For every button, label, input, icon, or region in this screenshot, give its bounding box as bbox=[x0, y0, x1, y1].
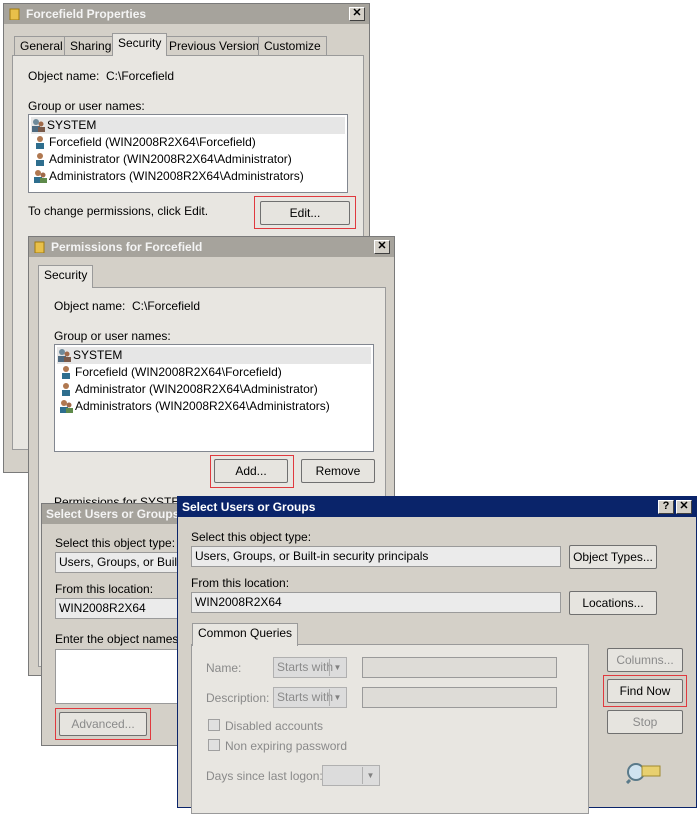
days-since-logon-label: Days since last logon: bbox=[206, 769, 323, 783]
advanced-highlight bbox=[55, 708, 151, 740]
tab-sharing[interactable]: Sharing bbox=[64, 36, 118, 56]
object-name-label: Object name: bbox=[28, 69, 100, 83]
select-users-window: Select Users or Groups ? ✕ Select this o… bbox=[177, 496, 697, 814]
user-icon bbox=[36, 153, 44, 166]
chevron-down-icon: ▼ bbox=[362, 767, 378, 784]
common-queries-panel: Name: Starts with ▼ Description: Starts … bbox=[191, 644, 589, 814]
list-item[interactable]: Forcefield (WIN2008R2X64\Forcefield) bbox=[33, 134, 256, 151]
select-title-bar[interactable]: Select Users or Groups bbox=[178, 497, 696, 517]
disabled-accounts-label: Disabled accounts bbox=[225, 719, 324, 733]
permissions-title-bar[interactable]: Permissions for Forcefield bbox=[29, 237, 394, 257]
select-close-button[interactable]: ✕ bbox=[676, 500, 692, 514]
properties-title-bar[interactable]: Forcefield Properties bbox=[4, 4, 369, 24]
change-permissions-text: To change permissions, click Edit. bbox=[28, 204, 209, 218]
chevron-down-icon: ▼ bbox=[329, 659, 345, 676]
list-item[interactable]: Administrator (WIN2008R2X64\Administrato… bbox=[59, 381, 318, 398]
tab-general[interactable]: General bbox=[14, 36, 69, 56]
select-bg-title: Select Users or Groups bbox=[46, 507, 180, 521]
properties-user-list[interactable]: SYSTEM Forcefield (WIN2008R2X64\Forcefie… bbox=[28, 114, 348, 193]
user-name: Administrator (WIN2008R2X64\Administrato… bbox=[49, 152, 292, 166]
columns-button[interactable]: Columns... bbox=[607, 648, 683, 672]
object-name-label: Object name: bbox=[54, 299, 126, 313]
list-item[interactable]: SYSTEM bbox=[31, 117, 345, 134]
folder-icon bbox=[9, 8, 20, 20]
object-type-field: Users, Groups, or Built-in security prin… bbox=[191, 546, 561, 567]
permissions-close-button[interactable]: ✕ bbox=[374, 240, 390, 254]
help-icon: ? bbox=[662, 500, 670, 512]
locations-button[interactable]: Locations... bbox=[569, 591, 657, 615]
find-now-highlight bbox=[603, 675, 687, 707]
list-item[interactable]: Forcefield (WIN2008R2X64\Forcefield) bbox=[59, 364, 282, 381]
close-icon: ✕ bbox=[679, 500, 689, 512]
description-mode-select[interactable]: Starts with ▼ bbox=[273, 687, 347, 708]
list-item[interactable]: Administrators (WIN2008R2X64\Administrat… bbox=[33, 168, 304, 185]
permissions-title: Permissions for Forcefield bbox=[51, 240, 203, 254]
location-label: From this location: bbox=[191, 576, 290, 590]
tab-common-queries[interactable]: Common Queries bbox=[192, 623, 299, 646]
tab-security[interactable]: Security bbox=[38, 265, 94, 288]
user-name: Administrator (WIN2008R2X64\Administrato… bbox=[75, 382, 318, 396]
add-highlight bbox=[210, 455, 294, 488]
object-type-label: Select this object type: bbox=[191, 530, 312, 544]
edit-highlight bbox=[254, 196, 356, 229]
stop-button[interactable]: Stop bbox=[607, 710, 683, 734]
close-icon: ✕ bbox=[377, 240, 387, 252]
user-name: Forcefield (WIN2008R2X64\Forcefield) bbox=[49, 135, 256, 149]
name-mode-value: Starts with bbox=[277, 660, 334, 674]
remove-button[interactable]: Remove bbox=[301, 459, 375, 483]
user-name: SYSTEM bbox=[47, 118, 97, 132]
tab-previous-versions[interactable]: Previous Versions bbox=[163, 36, 272, 56]
tab-security[interactable]: Security bbox=[112, 33, 168, 56]
permissions-user-list[interactable]: SYSTEM Forcefield (WIN2008R2X64\Forcefie… bbox=[54, 344, 374, 452]
user-icon bbox=[36, 136, 44, 149]
group-users-icon bbox=[58, 349, 71, 362]
list-item[interactable]: Administrators (WIN2008R2X64\Administrat… bbox=[59, 398, 330, 415]
group-users-icon bbox=[60, 400, 73, 413]
description-mode-value: Starts with bbox=[277, 690, 334, 704]
group-names-label: Group or user names: bbox=[54, 329, 171, 343]
object-name-value: C:\Forcefield bbox=[106, 69, 175, 83]
object-name-value: C:\Forcefield bbox=[132, 299, 201, 313]
group-names-label: Group or user names: bbox=[28, 99, 145, 113]
list-item[interactable]: SYSTEM bbox=[57, 347, 371, 364]
enter-names-label: Enter the object names to bbox=[55, 632, 192, 646]
folder-icon bbox=[34, 241, 45, 253]
chevron-down-icon: ▼ bbox=[329, 689, 345, 706]
properties-title: Forcefield Properties bbox=[26, 7, 147, 21]
non-expiring-checkbox[interactable] bbox=[208, 739, 220, 751]
user-icon bbox=[62, 383, 70, 396]
days-since-logon-select[interactable]: ▼ bbox=[322, 765, 380, 786]
disabled-accounts-checkbox[interactable] bbox=[208, 719, 220, 731]
description-label: Description: bbox=[206, 691, 270, 705]
name-label: Name: bbox=[206, 661, 242, 675]
group-users-icon bbox=[32, 119, 45, 132]
user-icon bbox=[62, 366, 70, 379]
user-name: Administrators (WIN2008R2X64\Administrat… bbox=[49, 169, 304, 183]
name-input[interactable] bbox=[362, 657, 557, 678]
user-name: Forcefield (WIN2008R2X64\Forcefield) bbox=[75, 365, 282, 379]
list-item[interactable]: Administrator (WIN2008R2X64\Administrato… bbox=[33, 151, 292, 168]
object-type-label: Select this object type: bbox=[55, 536, 176, 550]
select-title: Select Users or Groups bbox=[182, 500, 316, 514]
properties-close-button[interactable]: ✕ bbox=[349, 7, 365, 21]
search-icon bbox=[626, 763, 661, 784]
select-users-bg-window: Select Users or Groups Select this objec… bbox=[41, 503, 205, 746]
user-name: SYSTEM bbox=[73, 348, 123, 362]
help-button[interactable]: ? bbox=[658, 500, 674, 514]
tab-customize[interactable]: Customize bbox=[258, 36, 327, 56]
close-icon: ✕ bbox=[352, 7, 362, 19]
name-mode-select[interactable]: Starts with ▼ bbox=[273, 657, 347, 678]
select-bg-title-bar[interactable]: Select Users or Groups bbox=[42, 504, 190, 524]
location-field: WIN2008R2X64 bbox=[191, 592, 561, 613]
object-types-button[interactable]: Object Types... bbox=[569, 545, 657, 569]
description-input[interactable] bbox=[362, 687, 557, 708]
group-users-icon bbox=[34, 170, 47, 183]
user-name: Administrators (WIN2008R2X64\Administrat… bbox=[75, 399, 330, 413]
non-expiring-label: Non expiring password bbox=[225, 739, 348, 753]
location-label: From this location: bbox=[55, 582, 154, 596]
